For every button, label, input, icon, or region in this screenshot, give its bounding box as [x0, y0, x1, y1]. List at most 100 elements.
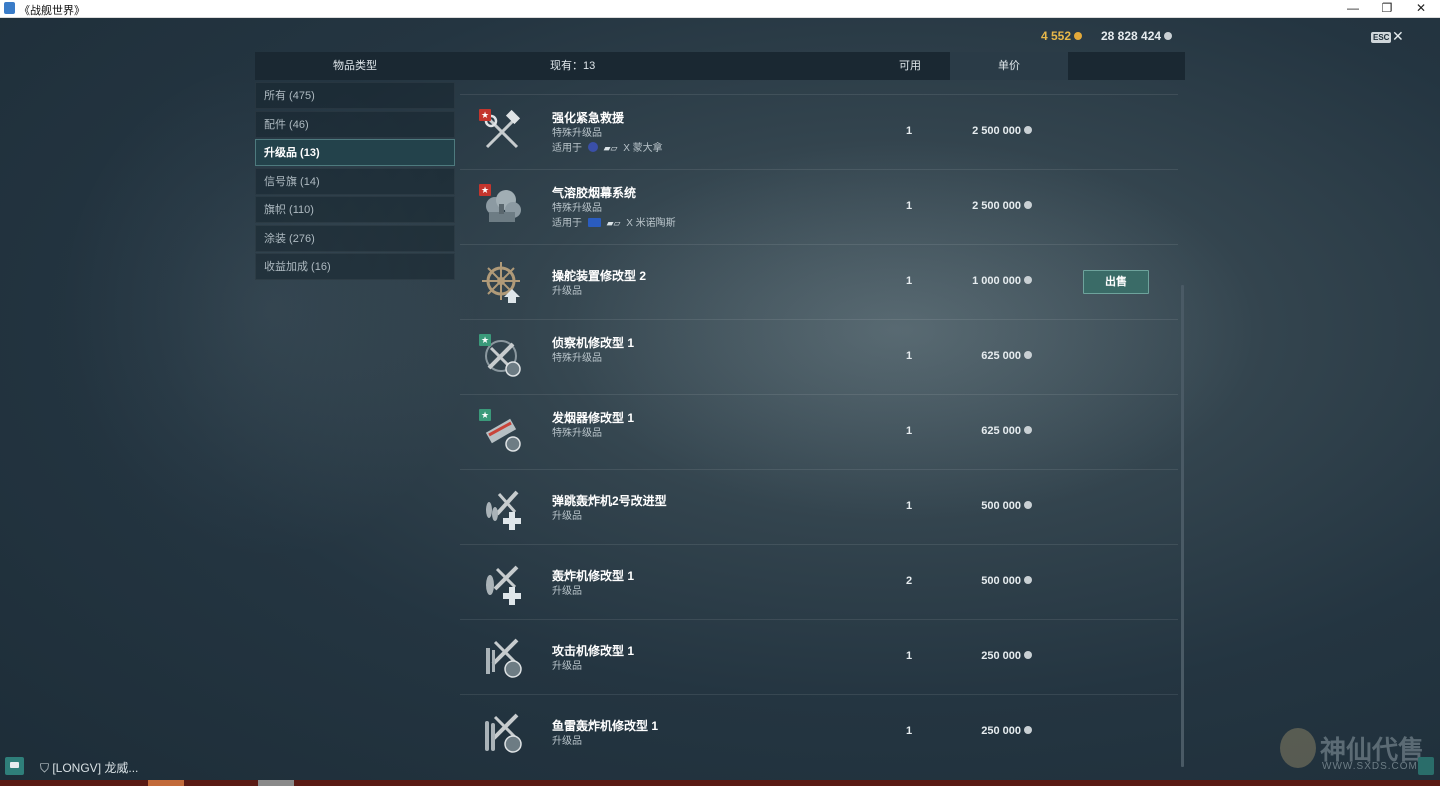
item-type: 特殊升级品: [552, 353, 602, 364]
list-item[interactable]: 轰炸机修改型 1 升级品 2 500 000: [460, 544, 1178, 619]
special-star-icon: ★: [479, 184, 491, 196]
item-type: 特殊升级品: [552, 128, 602, 139]
item-price: 500 000: [981, 500, 1032, 512]
credits-icon: [1024, 126, 1032, 134]
restore-button[interactable]: ❐: [1370, 0, 1404, 17]
item-price-value: 250 000: [981, 725, 1021, 737]
attack-aircraft-icon: [479, 634, 525, 680]
cruiser-class-icon: ▰▱: [606, 218, 621, 228]
ship-wheel-icon: [479, 259, 525, 305]
esc-key-hint: ESC: [1371, 32, 1392, 43]
category-all[interactable]: 所有 (475): [255, 82, 455, 109]
taskbar: [0, 780, 1440, 786]
battleship-class-icon: ▰▱: [603, 143, 618, 153]
item-price: 2 500 000: [972, 200, 1032, 212]
list-item[interactable]: ★ 发烟器修改型 1 特殊升级品 1 625 000: [460, 394, 1178, 469]
minimize-button[interactable]: —: [1336, 0, 1370, 17]
item-price-value: 500 000: [981, 500, 1021, 512]
category-boosters[interactable]: 收益加成 (16): [255, 253, 455, 280]
special-star-icon: ★: [479, 409, 491, 421]
applies-label: 适用于: [552, 218, 582, 229]
list-item[interactable]: 弹跳轰炸机2号改进型 升级品 1 500 000: [460, 469, 1178, 544]
category-camouflages[interactable]: 涂装 (276): [255, 224, 455, 252]
item-type: 特殊升级品: [552, 428, 602, 439]
sell-button[interactable]: 出售: [1083, 270, 1149, 294]
category-flags[interactable]: 旗帜 (110): [255, 196, 455, 223]
close-icon[interactable]: ✕: [1392, 28, 1404, 45]
window-titlebar: 《战舰世界》 — ❐ ✕: [0, 0, 1440, 18]
category-modules[interactable]: 配件 (46): [255, 110, 455, 138]
list-item[interactable]: 攻击机修改型 1 升级品 1 250 000: [460, 619, 1178, 694]
item-type: 特殊升级品: [552, 203, 602, 214]
item-type: 升级品: [552, 661, 582, 672]
item-price: 500 000: [981, 575, 1032, 587]
watermark-logo-icon: [1280, 728, 1316, 768]
usa-flag-icon: [587, 142, 598, 152]
credits-icon: [1024, 576, 1032, 584]
clan-shield-icon: ⛉: [40, 761, 53, 775]
credits-icon: [1164, 32, 1173, 40]
list-item[interactable]: ★ 侦察机修改型 1 特殊升级品 1 625 000: [460, 319, 1178, 394]
credits-icon: [1024, 276, 1032, 284]
list-item[interactable]: 操舵装置修改型 2 升级品 1 1 000 000 出售: [460, 244, 1178, 319]
list-item[interactable]: 鱼雷轰炸机修改型 1 升级品 1 250 000: [460, 694, 1178, 769]
uk-flag-icon: [587, 218, 601, 227]
taskbar-app[interactable]: [148, 780, 184, 786]
item-type: 升级品: [552, 511, 582, 522]
item-qty: 1: [905, 200, 913, 212]
available-column-header[interactable]: 可用: [870, 52, 950, 80]
smoke-screen-icon: ★: [479, 184, 525, 230]
gold-amount: 4 552: [1041, 29, 1072, 43]
applies-ship: X 蒙大拿: [623, 143, 663, 154]
item-qty: 1: [905, 350, 913, 362]
item-list: ★ 强化紧急救援 特殊升级品 适用于 ▰▱ X 蒙大拿 1 2 500 000 …: [460, 94, 1178, 769]
item-qty: 1: [905, 125, 913, 137]
list-header: 物品类型 现有：13 可用 单价: [255, 52, 1185, 80]
price-column-header[interactable]: 单价: [950, 52, 1068, 80]
torpedo-bomber-icon: [479, 709, 525, 755]
credits-icon: [1024, 201, 1032, 209]
hammer-wrench-icon: ★: [479, 109, 525, 155]
gold-balance: 4 552: [1041, 29, 1083, 43]
current-count-value: 13: [583, 60, 596, 72]
category-signals[interactable]: 信号旗 (14): [255, 167, 455, 195]
applies-ship: X 米诺陶斯: [626, 218, 676, 229]
app-icon: [4, 2, 15, 14]
chat-button[interactable]: [5, 757, 24, 775]
watermark-url: WWW.SXDS.COM: [1322, 761, 1418, 772]
category-list: 所有 (475) 配件 (46) 升级品 (13) 信号旗 (14) 旗帜 (1…: [255, 82, 455, 282]
item-price-value: 1 000 000: [972, 275, 1021, 287]
list-item[interactable]: ★ 强化紧急救援 特殊升级品 适用于 ▰▱ X 蒙大拿 1 2 500 000: [460, 94, 1178, 169]
current-count: 现有：13: [550, 52, 595, 80]
credits-amount: 28 828 424: [1101, 29, 1162, 43]
current-label: 现有：: [550, 60, 583, 72]
credits-icon: [1024, 651, 1032, 659]
item-price-value: 625 000: [981, 425, 1021, 437]
applies-label: 适用于: [552, 143, 582, 154]
item-applies: 适用于 ▰▱ X 米诺陶斯: [552, 214, 676, 229]
item-qty: 1: [905, 650, 913, 662]
skip-bomber-icon: [479, 484, 525, 530]
credits-icon: [1024, 501, 1032, 509]
category-upgrades[interactable]: 升级品 (13): [255, 139, 455, 166]
item-price: 250 000: [981, 650, 1032, 662]
item-price-value: 500 000: [981, 575, 1021, 587]
special-star-icon: ★: [479, 109, 491, 121]
item-type: 升级品: [552, 586, 582, 597]
taskbar-app[interactable]: [258, 780, 294, 786]
close-window-button[interactable]: ✕: [1404, 0, 1438, 17]
item-type: 升级品: [552, 736, 582, 747]
item-price: 1 000 000: [972, 275, 1032, 287]
item-price-value: 2 500 000: [972, 125, 1021, 137]
item-price: 625 000: [981, 425, 1032, 437]
bomber-icon: [479, 559, 525, 605]
item-qty: 1: [905, 500, 913, 512]
credits-icon: [1024, 726, 1032, 734]
list-item[interactable]: ★ 气溶胶烟幕系统 特殊升级品 适用于 ▰▱ X 米诺陶斯 1 2 500 00…: [460, 169, 1178, 244]
chat-message: [LONGV] 龙威...: [52, 761, 139, 775]
chat-preview[interactable]: ⛉ [LONGV] 龙威...: [40, 759, 138, 776]
item-price-value: 250 000: [981, 650, 1021, 662]
doubloon-icon: [1074, 32, 1083, 40]
list-scrollbar[interactable]: [1181, 285, 1184, 767]
notification-bell-icon[interactable]: [1418, 757, 1434, 775]
